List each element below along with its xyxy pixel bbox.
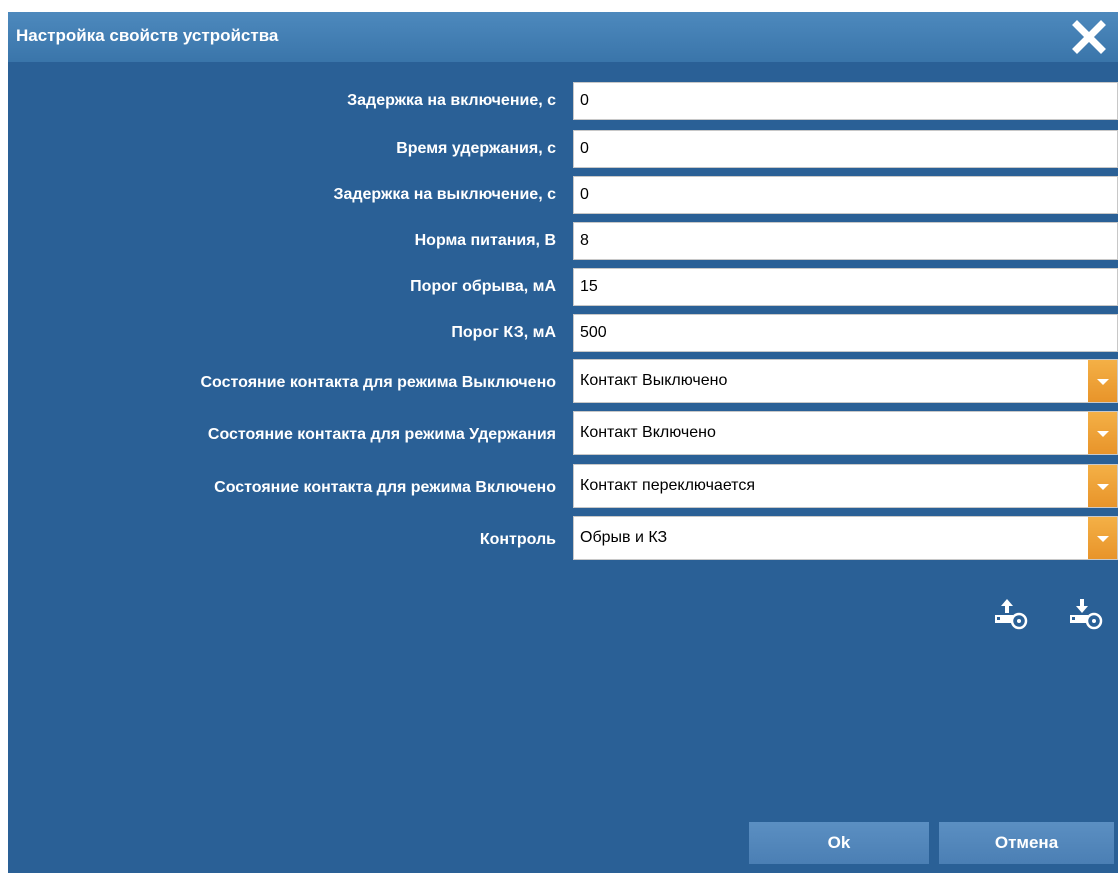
contact-on-value: Контакт переключается xyxy=(580,477,755,494)
short-threshold-input[interactable] xyxy=(573,314,1118,352)
break-threshold-input[interactable] xyxy=(573,268,1118,306)
ok-button[interactable]: Ok xyxy=(749,822,929,864)
upload-to-device-icon xyxy=(995,599,1028,630)
hold-time-label: Время удержания, с xyxy=(396,140,556,157)
delay-off-label: Задержка на выключение, с xyxy=(333,186,556,203)
contact-hold-select[interactable]: Контакт Включено xyxy=(573,411,1118,455)
contact-off-label: Состояние контакта для режима Выключено xyxy=(200,374,556,391)
dialog-titlebar: Настройка свойств устройства xyxy=(8,12,1118,62)
delay-off-input[interactable] xyxy=(573,176,1118,214)
delay-on-label: Задержка на включение, с xyxy=(347,92,556,109)
upload-to-device-button[interactable] xyxy=(993,597,1029,633)
control-label: Контроль xyxy=(479,531,556,548)
download-from-device-icon xyxy=(1070,599,1103,630)
chevron-down-icon[interactable] xyxy=(1088,517,1117,559)
short-threshold-label: Порог КЗ, мА xyxy=(451,324,556,341)
download-from-device-button[interactable] xyxy=(1068,597,1104,633)
break-threshold-label: Порог обрыва, мА xyxy=(410,278,556,295)
device-properties-dialog: Настройка свойств устройства Задержка на… xyxy=(8,12,1118,873)
close-button[interactable] xyxy=(1072,20,1106,54)
dialog-title: Настройка свойств устройства xyxy=(16,26,279,45)
contact-on-select[interactable]: Контакт переключается xyxy=(573,464,1118,508)
contact-hold-value: Контакт Включено xyxy=(580,424,716,441)
chevron-down-icon[interactable] xyxy=(1088,360,1117,402)
control-select[interactable]: Обрыв и КЗ xyxy=(573,516,1118,560)
chevron-down-icon[interactable] xyxy=(1088,465,1117,507)
control-value: Обрыв и КЗ xyxy=(580,529,668,546)
close-icon xyxy=(1072,20,1106,54)
contact-hold-label: Состояние контакта для режима Удержания xyxy=(207,426,556,443)
chevron-down-icon[interactable] xyxy=(1088,412,1117,454)
hold-time-input[interactable] xyxy=(573,130,1118,168)
contact-off-value: Контакт Выключено xyxy=(580,372,728,389)
power-norm-input[interactable] xyxy=(573,222,1118,260)
contact-off-select[interactable]: Контакт Выключено xyxy=(573,359,1118,403)
delay-on-input[interactable] xyxy=(573,82,1118,120)
contact-on-label: Состояние контакта для режима Включено xyxy=(214,479,556,496)
cancel-button[interactable]: Отмена xyxy=(939,822,1114,864)
power-norm-label: Норма питания, В xyxy=(414,232,556,249)
